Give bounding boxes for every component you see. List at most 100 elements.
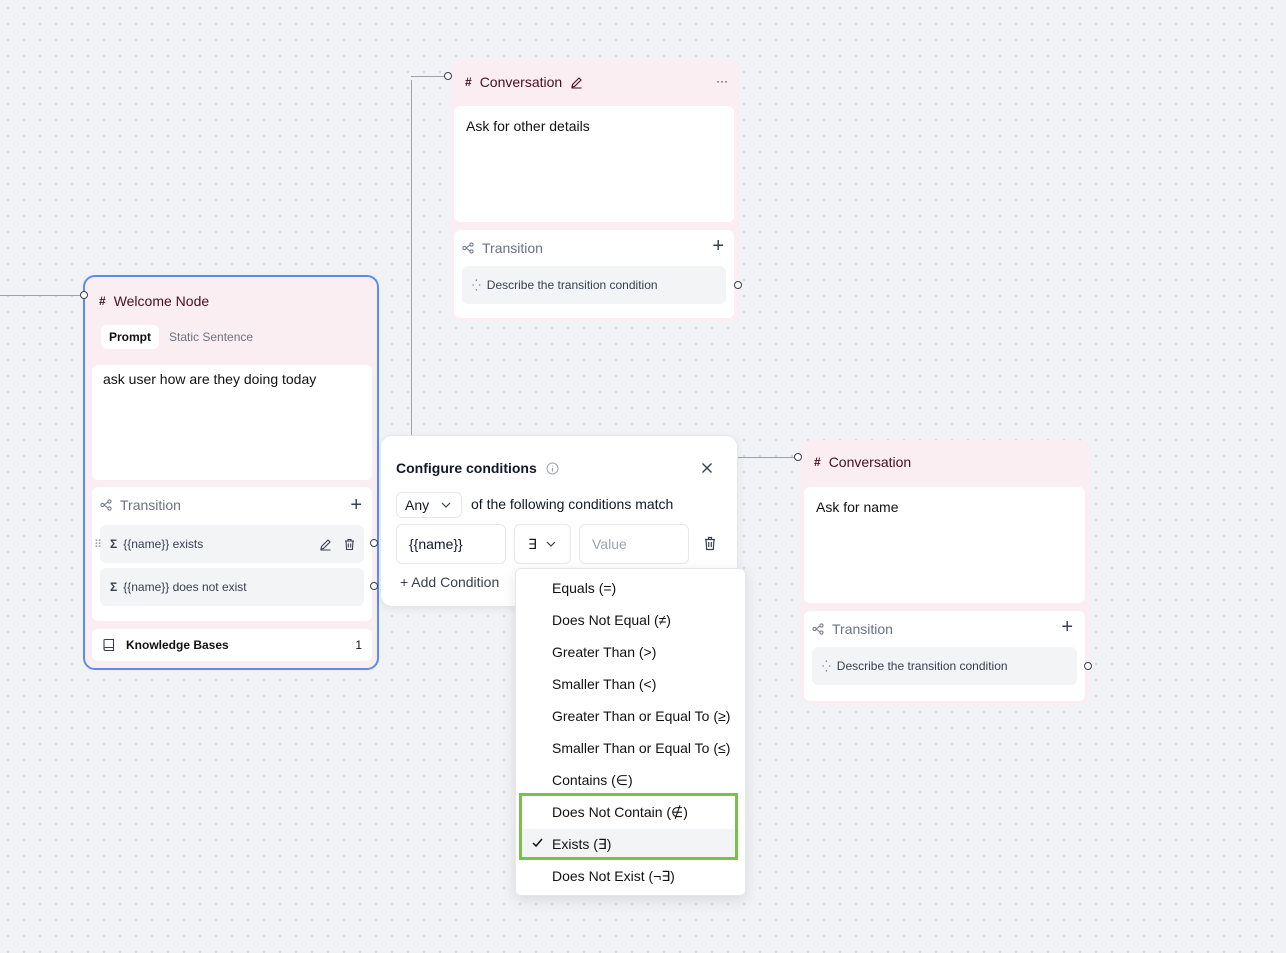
tab-prompt[interactable]: Prompt: [101, 325, 159, 349]
dialog-title: Configure conditions: [396, 460, 537, 476]
menu-item-label: Greater Than or Equal To (≥): [552, 708, 731, 724]
menu-item-label: Does Not Exist (¬∃): [552, 867, 675, 884]
input-port[interactable]: [794, 453, 802, 461]
input-port[interactable]: [444, 72, 452, 80]
transition-icon: [100, 499, 112, 511]
condition-label: {{name}} does not exist: [123, 580, 247, 594]
transition-section: Transition + ⁛ Describe the transition c…: [454, 230, 734, 318]
variable-value: {{name}}: [409, 536, 463, 552]
edge-to-top-conversation: [411, 76, 448, 77]
menu-item-smaller-or-equal[interactable]: Smaller Than or Equal To (≤): [521, 733, 740, 763]
node-title: Conversation: [479, 74, 563, 90]
node-title: Conversation: [828, 454, 912, 470]
hash-icon: #: [465, 75, 472, 89]
transition-section: Transition + ⠿ Σ {{name}} exists Σ {{nam…: [92, 487, 372, 621]
sparkle-icon: ⁛: [472, 279, 481, 292]
transition-placeholder: Describe the transition condition: [836, 659, 1008, 673]
node-title: Welcome Node: [113, 293, 210, 309]
tab-static-sentence[interactable]: Static Sentence: [161, 325, 261, 349]
transition-title: Transition: [482, 240, 543, 256]
edge-incoming: [0, 295, 84, 296]
condition-label: {{name}} exists: [123, 537, 204, 551]
operator-value: ∃: [528, 535, 537, 552]
dialog-header: Configure conditions: [396, 460, 559, 476]
welcome-node-header: # Welcome Node: [99, 293, 209, 309]
trash-icon[interactable]: [703, 536, 717, 551]
transition-title: Transition: [120, 497, 181, 513]
sparkle-icon: ⁛: [822, 660, 831, 673]
add-transition-button[interactable]: +: [1061, 617, 1073, 637]
prompt-text: Ask for name: [816, 499, 899, 515]
sigma-icon: Σ: [110, 580, 118, 594]
menu-item-label: Contains (∈): [552, 771, 633, 788]
trash-icon[interactable]: [343, 538, 356, 551]
knowledge-bases-label: Knowledge Bases: [126, 638, 229, 652]
add-condition-button[interactable]: + Add Condition: [400, 574, 499, 590]
output-port[interactable]: [734, 281, 742, 289]
transition-condition-input[interactable]: ⁛ Describe the transition condition: [462, 266, 726, 304]
input-port[interactable]: [80, 291, 88, 299]
output-port[interactable]: [370, 582, 378, 590]
menu-item-label: Greater Than (>): [552, 644, 657, 660]
menu-item-not-equal[interactable]: Does Not Equal (≠): [521, 605, 740, 635]
prompt-type-tabs: Prompt Static Sentence: [101, 325, 261, 349]
chevron-down-icon: [441, 502, 451, 508]
drag-handle-icon[interactable]: ⠿: [94, 538, 102, 551]
prompt-text: Ask for other details: [466, 118, 590, 134]
menu-item-greater-than[interactable]: Greater Than (>): [521, 637, 740, 667]
chevron-down-icon: [546, 541, 556, 547]
menu-item-label: Does Not Equal (≠): [552, 612, 671, 628]
add-transition-button[interactable]: +: [350, 495, 362, 515]
edge-to-right-conversation: [738, 457, 798, 458]
welcome-node[interactable]: # Welcome Node Prompt Static Sentence as…: [83, 275, 379, 670]
conversation-node[interactable]: # Conversation Ask for name Transition +…: [800, 440, 1090, 705]
transition-header: Transition: [100, 497, 181, 513]
transition-condition-input[interactable]: ⁛ Describe the transition condition: [812, 647, 1077, 685]
transition-icon: [812, 623, 824, 635]
transition-title: Transition: [832, 621, 893, 637]
sigma-icon: Σ: [110, 537, 118, 551]
conversation-node[interactable]: # Conversation ··· Ask for other details…: [451, 60, 740, 322]
match-mode-value: Any: [405, 497, 430, 513]
value-placeholder: Value: [592, 536, 627, 552]
menu-item-label: Smaller Than or Equal To (≤): [552, 740, 731, 756]
info-icon[interactable]: [546, 462, 559, 475]
menu-item-greater-or-equal[interactable]: Greater Than or Equal To (≥): [521, 701, 740, 731]
edge-vertical: [411, 80, 412, 436]
hash-icon: #: [99, 294, 106, 308]
annotation-highlight-box: [519, 793, 738, 860]
edit-icon[interactable]: [319, 538, 332, 551]
conversation-header: # Conversation: [465, 74, 583, 90]
add-transition-button[interactable]: +: [712, 236, 724, 256]
condition-row[interactable]: Σ {{name}} does not exist: [100, 568, 364, 606]
output-port[interactable]: [1084, 662, 1092, 670]
hash-icon: #: [814, 455, 821, 469]
book-icon: [103, 638, 115, 652]
variable-input[interactable]: {{name}}: [396, 524, 506, 564]
prompt-textarea[interactable]: ask user how are they doing today: [92, 365, 372, 480]
more-options-icon[interactable]: ···: [716, 74, 728, 88]
conversation-header: # Conversation: [814, 454, 911, 470]
menu-item-contains[interactable]: Contains (∈): [521, 765, 740, 795]
transition-header: Transition: [462, 240, 543, 256]
transition-icon: [462, 242, 474, 254]
menu-item-equals[interactable]: Equals (=): [521, 573, 740, 603]
menu-item-does-not-exist[interactable]: Does Not Exist (¬∃): [521, 861, 740, 891]
menu-item-label: Smaller Than (<): [552, 676, 657, 692]
prompt-textarea[interactable]: Ask for name: [804, 487, 1085, 603]
output-port[interactable]: [370, 539, 378, 547]
value-input[interactable]: Value: [579, 524, 689, 564]
knowledge-bases-row[interactable]: Knowledge Bases 1: [92, 629, 372, 661]
prompt-text: ask user how are they doing today: [103, 371, 317, 387]
menu-item-smaller-than[interactable]: Smaller Than (<): [521, 669, 740, 699]
transition-section: Transition + ⁛ Describe the transition c…: [804, 611, 1085, 701]
match-text: of the following conditions match: [471, 496, 674, 512]
operator-select[interactable]: ∃: [514, 524, 571, 564]
transition-placeholder: Describe the transition condition: [486, 278, 658, 292]
match-mode-select[interactable]: Any: [396, 492, 462, 518]
close-icon[interactable]: [701, 462, 713, 474]
prompt-textarea[interactable]: Ask for other details: [454, 106, 734, 222]
edit-icon[interactable]: [570, 76, 583, 89]
condition-row[interactable]: ⠿ Σ {{name}} exists: [94, 525, 364, 563]
menu-item-label: Equals (=): [552, 580, 617, 596]
